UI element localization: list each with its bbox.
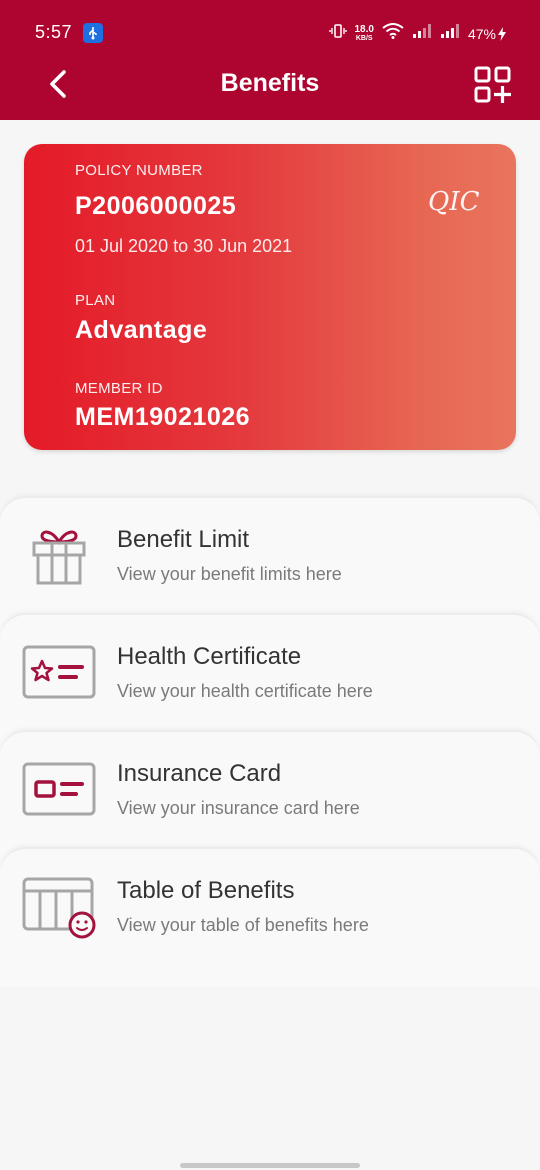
benefits-screen: 5:57 18.0 KB/S 47% Benefits POLICY NUMBE… xyxy=(0,0,540,1170)
policy-number-label: POLICY NUMBER xyxy=(75,162,203,179)
qr-add-button[interactable] xyxy=(474,66,512,104)
member-id: MEM19021026 xyxy=(75,403,251,431)
logo-text: QIC xyxy=(428,187,480,216)
member-id-label: MEMBER ID xyxy=(75,380,163,397)
usb-icon xyxy=(83,23,103,43)
app-bar: Benefits xyxy=(0,60,540,120)
signal-icon xyxy=(412,23,432,44)
status-time: 5:57 xyxy=(35,22,73,42)
table-icon xyxy=(22,877,96,939)
menu-item-title: Insurance Card xyxy=(117,760,282,787)
menu-item-title: Health Certificate xyxy=(117,643,302,670)
policy-number: P2006000025 xyxy=(75,192,237,220)
plan-name: Advantage xyxy=(75,316,208,344)
wifi-icon xyxy=(382,23,404,44)
plan-label: PLAN xyxy=(75,292,116,309)
status-bar: 5:57 18.0 KB/S 47% xyxy=(0,0,540,66)
policy-card[interactable]: POLICY NUMBER P2006000025 01 Jul 2020 to… xyxy=(24,144,516,450)
id-card-icon xyxy=(22,762,96,816)
menu-item-desc: View your table of benefits here xyxy=(117,915,369,935)
menu-item-desc: View your benefit limits here xyxy=(117,564,342,584)
menu-item-table-of-benefits[interactable]: Table of Benefits View your table of ben… xyxy=(0,847,540,987)
menu-item-desc: View your insurance card here xyxy=(117,798,360,818)
home-indicator[interactable] xyxy=(180,1163,360,1168)
page-title: Benefits xyxy=(220,69,320,97)
policy-period: 01 Jul 2020 to 30 Jun 2021 xyxy=(75,236,293,256)
menu-item-desc: View your health certificate here xyxy=(117,681,373,701)
battery-status: 47% xyxy=(468,26,506,42)
charging-icon xyxy=(498,26,506,41)
network-speed: 18.0 KB/S xyxy=(354,23,374,42)
qr-add-icon xyxy=(474,66,511,103)
vibrate-icon xyxy=(328,22,347,45)
certificate-icon xyxy=(22,645,96,699)
signal-icon-2 xyxy=(440,23,460,44)
top-bar: 5:57 18.0 KB/S 47% Benefits xyxy=(0,0,540,120)
menu-item-title: Benefit Limit xyxy=(117,526,250,553)
gift-icon xyxy=(32,530,86,585)
qic-logo: QIC xyxy=(428,187,480,216)
menu-item-title: Table of Benefits xyxy=(117,877,295,904)
